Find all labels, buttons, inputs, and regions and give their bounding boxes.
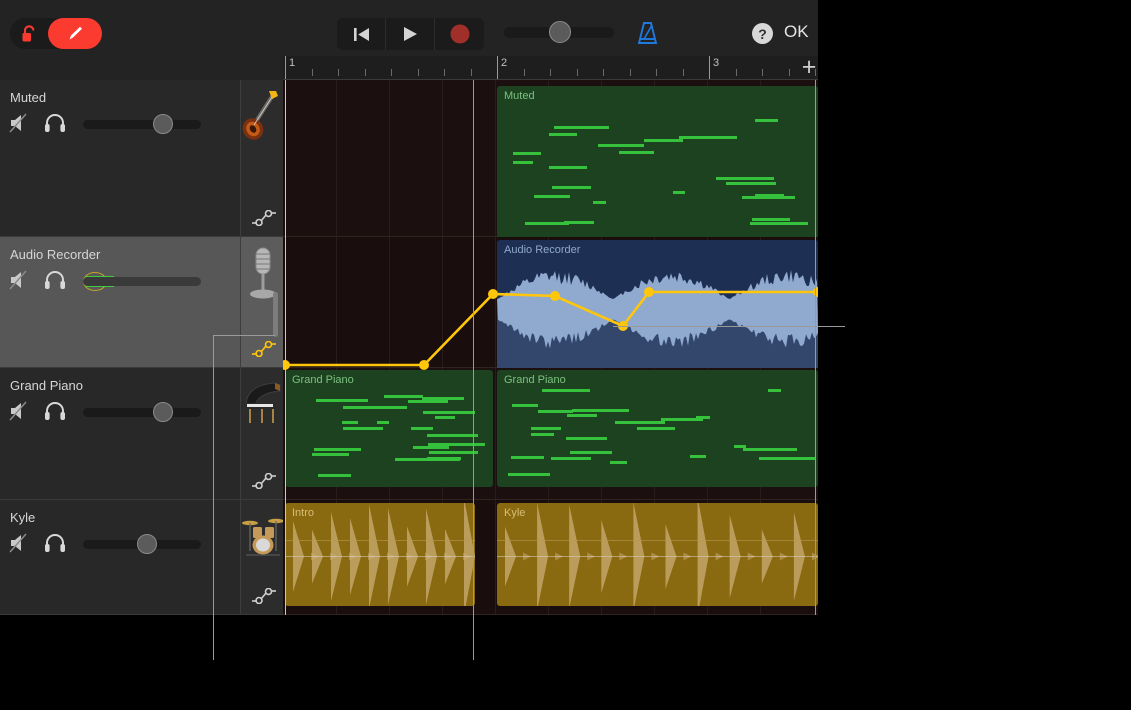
track-header-grand-piano[interactable]: Grand Piano <box>0 368 283 500</box>
ruler-bar-2: 2 <box>497 56 507 80</box>
headphones-icon[interactable] <box>43 532 67 554</box>
ruler-tick <box>789 69 790 76</box>
ruler-tick <box>656 69 657 76</box>
ok-button[interactable]: OK <box>784 22 809 42</box>
ruler-tick <box>418 69 419 76</box>
headphones-icon[interactable] <box>43 112 67 134</box>
ruler-bar-3: 3 <box>709 56 719 80</box>
ruler-tick <box>603 69 604 76</box>
volume-automation-curve[interactable] <box>283 80 818 615</box>
bottom-letterbox <box>0 615 1131 710</box>
track-icon-column <box>240 80 283 236</box>
ruler-left-pad <box>0 56 283 80</box>
automation-curve-icon[interactable] <box>251 473 277 489</box>
top-toolbar: ? OK <box>0 0 818 56</box>
record-icon[interactable] <box>435 18 484 50</box>
ruler-tick <box>577 69 578 76</box>
selection-guide-vertical-right <box>815 80 816 615</box>
master-volume-slider[interactable] <box>504 27 614 38</box>
garageband-tracks-view: ? OK 1 2 3 + Muted Audio Recorder <box>0 0 1131 710</box>
track-header-kyle[interactable]: Kyle <box>0 500 283 615</box>
right-letterbox <box>818 0 1131 710</box>
electric-guitar-icon[interactable] <box>241 88 284 146</box>
track-scrollbar[interactable] <box>273 292 278 337</box>
timeline-ruler[interactable]: 1 2 3 <box>283 56 818 80</box>
track-volume-slider[interactable] <box>83 120 201 129</box>
ruler-tick <box>736 69 737 76</box>
ruler-tick <box>762 69 763 76</box>
track-volume-knob[interactable] <box>153 114 173 134</box>
track-volume-slider[interactable] <box>83 540 201 549</box>
ruler-tick <box>444 69 445 76</box>
track-volume-knob[interactable] <box>153 402 173 422</box>
track-icon-column <box>240 368 283 499</box>
ruler-tick <box>391 69 392 76</box>
track-name-label: Kyle <box>10 510 35 525</box>
help-button[interactable]: ? <box>752 23 773 44</box>
add-track-button[interactable]: + <box>798 57 820 79</box>
mute-icon[interactable] <box>8 269 32 291</box>
ruler-tick <box>338 69 339 76</box>
track-headers-panel: Muted Audio Recorder <box>0 80 283 615</box>
selection-guide-top <box>213 335 275 336</box>
selection-guide-horizontal <box>613 326 818 327</box>
ruler-tick <box>683 69 684 76</box>
track-icon-column <box>240 237 283 367</box>
track-volume-slider[interactable] <box>83 277 201 286</box>
automation-curve-icon[interactable] <box>251 341 277 357</box>
mute-icon[interactable] <box>8 112 32 134</box>
playhead[interactable] <box>285 80 286 615</box>
track-name-label: Muted <box>10 90 46 105</box>
automation-curve-icon[interactable] <box>251 210 277 226</box>
selection-guide-extend <box>818 326 845 327</box>
selection-guide-right <box>473 330 474 660</box>
transport-controls <box>337 18 484 50</box>
track-name-label: Grand Piano <box>10 378 83 393</box>
headphones-icon[interactable] <box>43 400 67 422</box>
mute-icon[interactable] <box>8 400 32 422</box>
track-volume-knob[interactable] <box>137 534 157 554</box>
ruler-tick <box>365 69 366 76</box>
track-icon-column <box>240 500 283 614</box>
mute-icon[interactable] <box>8 532 32 554</box>
unlock-icon[interactable] <box>10 18 48 49</box>
headphones-icon[interactable] <box>43 269 67 291</box>
track-volume-slider[interactable] <box>83 408 201 417</box>
drum-kit-icon[interactable] <box>241 508 284 566</box>
pencil-icon[interactable] <box>48 18 102 49</box>
ruler-bar-1: 1 <box>285 56 295 80</box>
track-name-label: Audio Recorder <box>10 247 100 262</box>
rewind-to-start-icon[interactable] <box>337 18 386 50</box>
automation-curve-icon[interactable] <box>251 588 277 604</box>
master-volume-knob[interactable] <box>549 21 571 43</box>
metronome-icon[interactable] <box>634 20 661 47</box>
track-header-audio-recorder[interactable]: Audio Recorder <box>0 237 283 368</box>
ruler-tick <box>630 69 631 76</box>
ruler-tick <box>524 69 525 76</box>
timeline-lanes[interactable]: Muted Audio RecorderGrand PianoGrand Pia… <box>283 80 818 615</box>
ruler-tick <box>312 69 313 76</box>
selection-guide-left <box>213 335 214 660</box>
edit-controls-group <box>10 18 102 49</box>
track-header-muted[interactable]: Muted <box>0 80 283 237</box>
play-icon[interactable] <box>386 18 435 50</box>
ruler-tick <box>550 69 551 76</box>
grand-piano-icon[interactable] <box>241 376 284 434</box>
ruler-tick <box>471 69 472 76</box>
